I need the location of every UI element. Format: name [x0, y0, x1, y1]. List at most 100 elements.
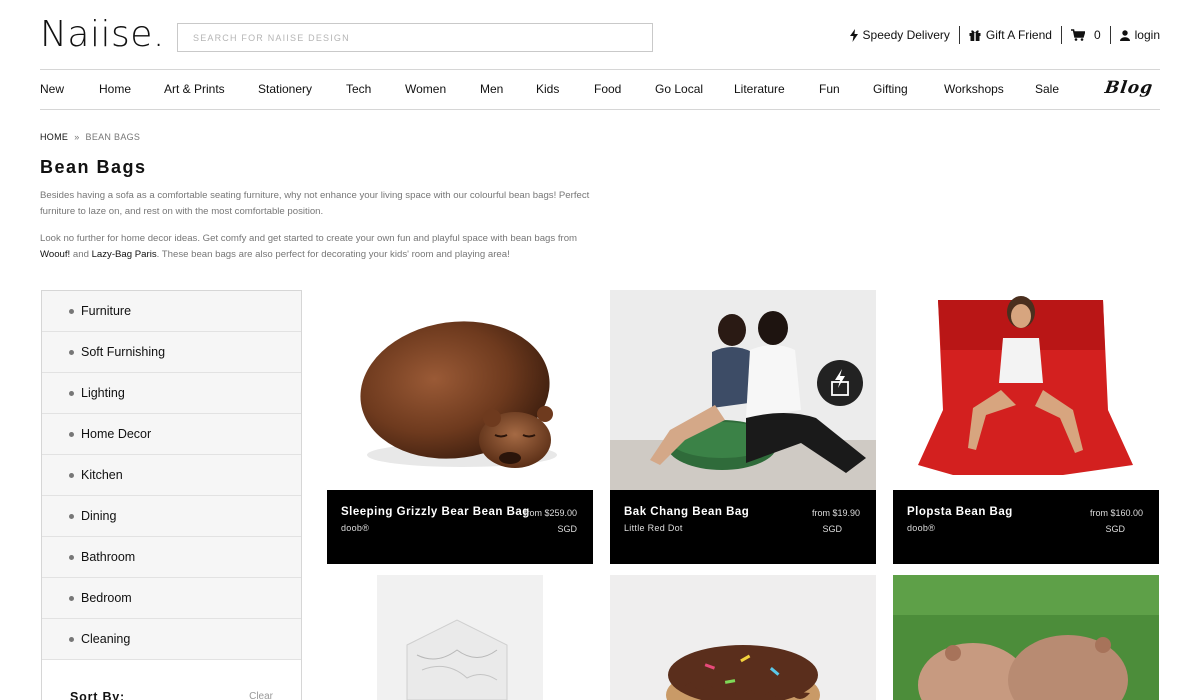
nav-item-sale[interactable]: Sale [1035, 82, 1059, 96]
product-info-bar[interactable]: Sleeping Grizzly Bear Bean Bag doob® fro… [327, 490, 593, 564]
product-currency: SGD [557, 524, 577, 534]
sort-label: Sort By: [70, 690, 126, 700]
product-name[interactable]: Plopsta Bean Bag [907, 506, 1013, 518]
main-nav: New Home Art & Prints Stationery Tech Wo… [40, 69, 1160, 110]
bullet-icon [69, 349, 74, 355]
product-currency: SGD [1105, 524, 1125, 534]
search-input[interactable] [177, 23, 653, 52]
login-link[interactable]: login [1111, 28, 1160, 42]
sidebar-item-label: Soft Furnishing [81, 345, 166, 359]
nav-item-literature[interactable]: Literature [734, 82, 785, 96]
category-sidebar: Furniture Soft Furnishing Lighting Home … [41, 290, 302, 700]
category-description-2: Look no further for home decor ideas. Ge… [40, 231, 600, 263]
product-image[interactable] [610, 290, 876, 490]
desc-text: Look no further for home decor ideas. Ge… [40, 233, 578, 244]
nav-item-new[interactable]: New [40, 82, 64, 96]
brand-link-lazy-bag[interactable]: Lazy-Bag Paris [92, 249, 157, 260]
gift-icon [969, 29, 981, 41]
nav-item-women[interactable]: Women [405, 82, 446, 96]
sidebar-item-label: Bedroom [81, 591, 132, 605]
product-card[interactable]: Plopsta Bean Bag doob® from $160.00 SGD [893, 290, 1159, 564]
utility-bar: Speedy Delivery Gift A Friend 0 login [841, 26, 1160, 44]
product-card[interactable]: Bak Chang Bean Bag Little Red Dot from $… [610, 290, 876, 564]
bullet-icon [69, 595, 74, 601]
product-image[interactable] [893, 575, 1159, 700]
brand-link-woouf[interactable]: Woouf! [40, 249, 70, 260]
site-header: Naiise. Speedy Delivery Gift A Friend 0 [0, 0, 1200, 70]
nav-item-food[interactable]: Food [594, 82, 621, 96]
login-label: login [1134, 28, 1160, 42]
sidebar-item-label: Lighting [81, 386, 125, 400]
product-name[interactable]: Bak Chang Bean Bag [624, 506, 749, 518]
nav-item-gifting[interactable]: Gifting [873, 82, 908, 96]
product-currency: SGD [822, 524, 842, 534]
product-info-bar[interactable]: Plopsta Bean Bag doob® from $160.00 SGD [893, 490, 1159, 564]
sidebar-item-home-decor[interactable]: Home Decor [42, 414, 301, 455]
cart-link[interactable]: 0 [1062, 28, 1110, 42]
bullet-icon [69, 513, 74, 519]
bullet-icon [69, 554, 74, 560]
breadcrumb: HOME » BEAN BAGS [40, 132, 140, 142]
sidebar-item-label: Kitchen [81, 468, 123, 482]
sidebar-item-label: Cleaning [81, 632, 131, 646]
sidebar-item-bedroom[interactable]: Bedroom [42, 578, 301, 619]
nav-item-stationery[interactable]: Stationery [258, 82, 312, 96]
lightning-icon [849, 28, 858, 42]
sidebar-item-soft-furnishing[interactable]: Soft Furnishing [42, 332, 301, 373]
product-brand: doob® [341, 523, 370, 533]
product-info-bar[interactable]: Bak Chang Bean Bag Little Red Dot from $… [610, 490, 876, 564]
speedy-delivery-link[interactable]: Speedy Delivery [841, 28, 959, 42]
user-icon [1119, 29, 1130, 41]
nav-item-fun[interactable]: Fun [819, 82, 840, 96]
sidebar-item-furniture[interactable]: Furniture [42, 291, 301, 332]
clear-sort-button[interactable]: Clear [249, 691, 273, 700]
category-description: Besides having a sofa as a comfortable s… [40, 190, 590, 217]
product-image[interactable] [327, 290, 593, 490]
product-price: from $160.00 [1089, 508, 1143, 518]
nav-item-art-prints[interactable]: Art & Prints [164, 82, 225, 96]
sidebar-item-label: Home Decor [81, 427, 152, 441]
gift-friend-label: Gift A Friend [985, 28, 1052, 42]
bullet-icon [69, 308, 74, 314]
product-price: from $19.90 [811, 508, 860, 518]
product-name[interactable]: Sleeping Grizzly Bear Bean Bag [341, 506, 530, 518]
breadcrumb-current: BEAN BAGS [85, 132, 141, 142]
sidebar-item-bathroom[interactable]: Bathroom [42, 537, 301, 578]
sidebar-item-lighting[interactable]: Lighting [42, 373, 301, 414]
nav-item-blog[interactable]: Blog [1104, 78, 1155, 98]
nav-item-kids[interactable]: Kids [536, 82, 559, 96]
nav-item-men[interactable]: Men [480, 82, 503, 96]
cart-icon [1070, 29, 1085, 41]
product-card[interactable]: Sleeping Grizzly Bear Bean Bag doob® fro… [327, 290, 593, 564]
bullet-icon [69, 390, 74, 396]
sidebar-item-label: Bathroom [81, 550, 136, 564]
sidebar-item-label: Dining [81, 509, 117, 523]
product-image[interactable] [893, 290, 1159, 490]
cart-count: 0 [1093, 28, 1101, 42]
desc-text: and [70, 249, 92, 260]
nav-item-go-local[interactable]: Go Local [655, 82, 703, 96]
lightning-box-icon [831, 369, 849, 396]
product-brand: Little Red Dot [624, 523, 683, 533]
sidebar-item-kitchen[interactable]: Kitchen [42, 455, 301, 496]
sidebar-item-dining[interactable]: Dining [42, 496, 301, 537]
page-title: Bean Bags [40, 157, 147, 177]
sidebar-item-cleaning[interactable]: Cleaning [42, 619, 301, 660]
breadcrumb-separator: » [74, 132, 80, 142]
sidebar-item-label: Furniture [81, 304, 132, 318]
nav-item-workshops[interactable]: Workshops [944, 82, 1004, 96]
gift-friend-link[interactable]: Gift A Friend [960, 28, 1061, 42]
product-price: from $259.00 [523, 508, 577, 518]
sort-section: Sort By: Clear [42, 660, 301, 700]
nav-item-tech[interactable]: Tech [346, 82, 371, 96]
speedy-delivery-badge [817, 360, 863, 406]
site-logo[interactable]: Naiise. [40, 14, 165, 55]
speedy-delivery-label: Speedy Delivery [862, 28, 950, 42]
nav-item-home[interactable]: Home [99, 82, 131, 96]
product-image[interactable] [610, 575, 876, 700]
bullet-icon [69, 472, 74, 478]
bullet-icon [69, 636, 74, 642]
product-image[interactable] [327, 575, 593, 700]
bullet-icon [69, 431, 74, 437]
breadcrumb-home[interactable]: HOME [40, 132, 68, 142]
